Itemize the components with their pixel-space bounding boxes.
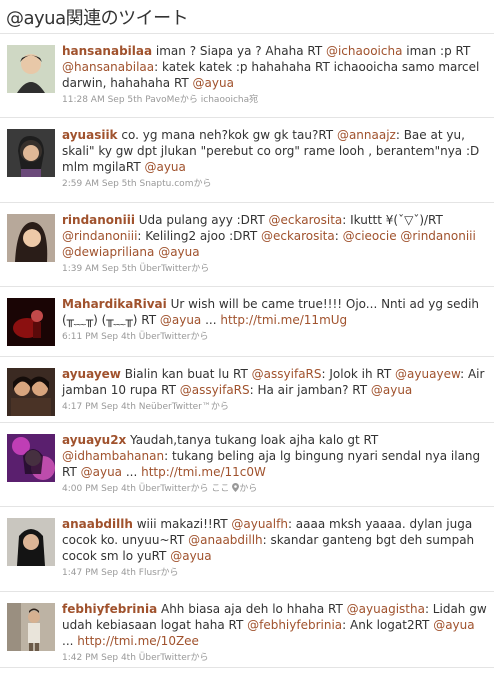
mention-link[interactable]: @ayua <box>433 618 474 632</box>
mention-link[interactable]: @ayua <box>158 245 199 259</box>
mention-link[interactable]: @rindanoniii <box>62 229 137 243</box>
mention-link[interactable]: @eckarosita <box>269 213 343 227</box>
mention-link[interactable]: @ayua <box>170 549 211 563</box>
tweet-timestamp-link[interactable]: 1:39 AM Sep 5th ÜberTwitter <box>62 264 191 274</box>
tweet-text: hansanabilaa iman ? Siapa ya ? Ahaha RT … <box>62 44 480 90</box>
screen-name-link[interactable]: ayuasiik <box>62 128 118 142</box>
tweet-meta: 4:00 PM Sep 4th ÜberTwitterから ここ から <box>62 483 488 495</box>
mention-link[interactable]: @assyifaRS <box>252 367 322 381</box>
screen-name-link[interactable]: anaabdillh <box>62 517 133 531</box>
mention-link[interactable]: @cieocie <box>343 229 397 243</box>
screen-name-link[interactable]: ayuayu2x <box>62 433 126 447</box>
screen-name-link[interactable]: ayuayew <box>62 367 121 381</box>
tweet-item: rindanoniii Uda pulang ayy :DRT @eckaros… <box>0 203 494 287</box>
screen-name-link[interactable]: febhiyfebrinia <box>62 602 157 616</box>
mention-link[interactable]: @assyifaRS <box>180 383 250 397</box>
from-label: から <box>190 484 209 494</box>
url-link[interactable]: http://tmi.me/10Zee <box>77 634 199 648</box>
page-title: @ayua関連のツイート <box>6 8 189 29</box>
mention-link[interactable]: @ayua <box>193 76 234 90</box>
tweet-timestamp-link[interactable]: 4:00 PM Sep 4th ÜberTwitter <box>62 484 190 494</box>
from-label: から <box>190 332 209 342</box>
mention-link[interactable]: @annaajz <box>337 128 396 142</box>
screen-name-link[interactable]: hansanabilaa <box>62 44 152 58</box>
mention-link[interactable]: @idhambahanan <box>62 449 164 463</box>
mention-link[interactable]: @ayua <box>144 160 185 174</box>
location-link[interactable]: ここ <box>209 484 229 494</box>
tweet-meta: 1:42 PM Sep 4th ÜberTwitterから <box>62 652 488 664</box>
from-label: から <box>191 264 210 274</box>
tweet-text: ayuayu2x Yaudah,tanya tukang loak ajha k… <box>62 433 481 479</box>
mention-link[interactable]: @dewiapriliana <box>62 245 154 259</box>
mention-link[interactable]: @ayua <box>160 313 201 327</box>
from-label: から <box>179 95 198 105</box>
mention-link[interactable]: @ayua <box>371 383 412 397</box>
tweet-meta: 1:47 PM Sep 4th Flusrから <box>62 567 488 579</box>
tweet-text: ayuasiik co. yg mana neh?kok gw gk tau?R… <box>62 128 480 174</box>
avatar[interactable] <box>7 129 55 177</box>
avatar[interactable] <box>7 603 55 651</box>
avatar[interactable] <box>7 298 55 346</box>
from-label-2: から <box>239 484 258 494</box>
tweet-meta: 6:11 PM Sep 4th ÜberTwitterから <box>62 331 488 343</box>
url-link[interactable]: http://tmi.me/11c0W <box>141 465 266 479</box>
mention-link[interactable]: @febhiyfebrinia <box>247 618 342 632</box>
tweet-text: anaabdillh wiii makazi!!RT @ayualfh: aaa… <box>62 517 475 563</box>
tweet-meta: 2:59 AM Sep 5th Snaptu.comから <box>62 178 488 190</box>
mention-link[interactable]: @ichaooicha <box>326 44 402 58</box>
in-reply-to-link[interactable]: ichaooicha宛 <box>198 95 258 105</box>
tweet-text: rindanoniii Uda pulang ayy :DRT @eckaros… <box>62 213 476 259</box>
tweet-text: febhiyfebrinia Ahh biasa aja deh lo hhah… <box>62 602 487 648</box>
mention-link[interactable]: @rindanoniii <box>400 229 475 243</box>
from-label: から <box>193 179 212 189</box>
tweet-item: MahardikaRivai Ur wish will be came true… <box>0 287 494 357</box>
mention-link[interactable]: @ayuagistha <box>347 602 425 616</box>
avatar[interactable] <box>7 434 55 482</box>
mention-link[interactable]: @anaabdillh <box>188 533 263 547</box>
tweet-timestamp-link[interactable]: 6:11 PM Sep 4th ÜberTwitter <box>62 332 190 342</box>
from-label: から <box>210 402 229 412</box>
url-link[interactable]: http://tmi.me/11mUg <box>220 313 347 327</box>
mention-link[interactable]: @ayuayew <box>395 367 460 381</box>
tweet-list: hansanabilaa iman ? Siapa ya ? Ahaha RT … <box>0 33 494 668</box>
tweet-timestamp-link[interactable]: 4:17 PM Sep 4th NeüberTwitter™ <box>62 402 211 412</box>
tweet-timestamp-link[interactable]: 2:59 AM Sep 5th Snaptu.com <box>62 179 193 189</box>
from-label: から <box>190 653 209 663</box>
tweet-text: ayuayew Bialin kan buat lu RT @assyifaRS… <box>62 367 485 397</box>
mention-link[interactable]: @eckarosita <box>261 229 335 243</box>
mention-link[interactable]: @hansanabilaa <box>62 60 154 74</box>
mention-link[interactable]: @ayua <box>81 465 122 479</box>
page: @ayua関連のツイート hansanabilaa iman ? Siapa y… <box>0 0 494 682</box>
tweet-item: anaabdillh wiii makazi!!RT @ayualfh: aaa… <box>0 507 494 592</box>
tweet-meta: 1:39 AM Sep 5th ÜberTwitterから <box>62 263 488 275</box>
avatar[interactable] <box>7 45 55 93</box>
from-label: から <box>160 568 179 578</box>
mention-link[interactable]: @ayualfh <box>231 517 288 531</box>
tweet-meta: 11:28 AM Sep 5th PavoMeから ichaooicha宛 <box>62 94 488 106</box>
tweet-item: ayuayu2x Yaudah,tanya tukang loak ajha k… <box>0 423 494 507</box>
tweet-timestamp-link[interactable]: 11:28 AM Sep 5th PavoMe <box>62 95 180 105</box>
screen-name-link[interactable]: rindanoniii <box>62 213 135 227</box>
tweet-timestamp-link[interactable]: 1:42 PM Sep 4th ÜberTwitter <box>62 653 190 663</box>
tweet-timestamp-link[interactable]: 1:47 PM Sep 4th Flusr <box>62 568 161 578</box>
tweet-meta: 4:17 PM Sep 4th NeüberTwitter™から <box>62 401 488 413</box>
avatar[interactable] <box>7 214 55 262</box>
tweet-item: febhiyfebrinia Ahh biasa aja deh lo hhah… <box>0 592 494 668</box>
avatar[interactable] <box>7 518 55 566</box>
tweet-item: ayuasiik co. yg mana neh?kok gw gk tau?R… <box>0 118 494 203</box>
tweet-item: hansanabilaa iman ? Siapa ya ? Ahaha RT … <box>0 34 494 118</box>
tweet-text: MahardikaRivai Ur wish will be came true… <box>62 297 480 327</box>
avatar[interactable] <box>7 368 55 416</box>
tweet-item: ayuayew Bialin kan buat lu RT @assyifaRS… <box>0 357 494 423</box>
screen-name-link[interactable]: MahardikaRivai <box>62 297 167 311</box>
